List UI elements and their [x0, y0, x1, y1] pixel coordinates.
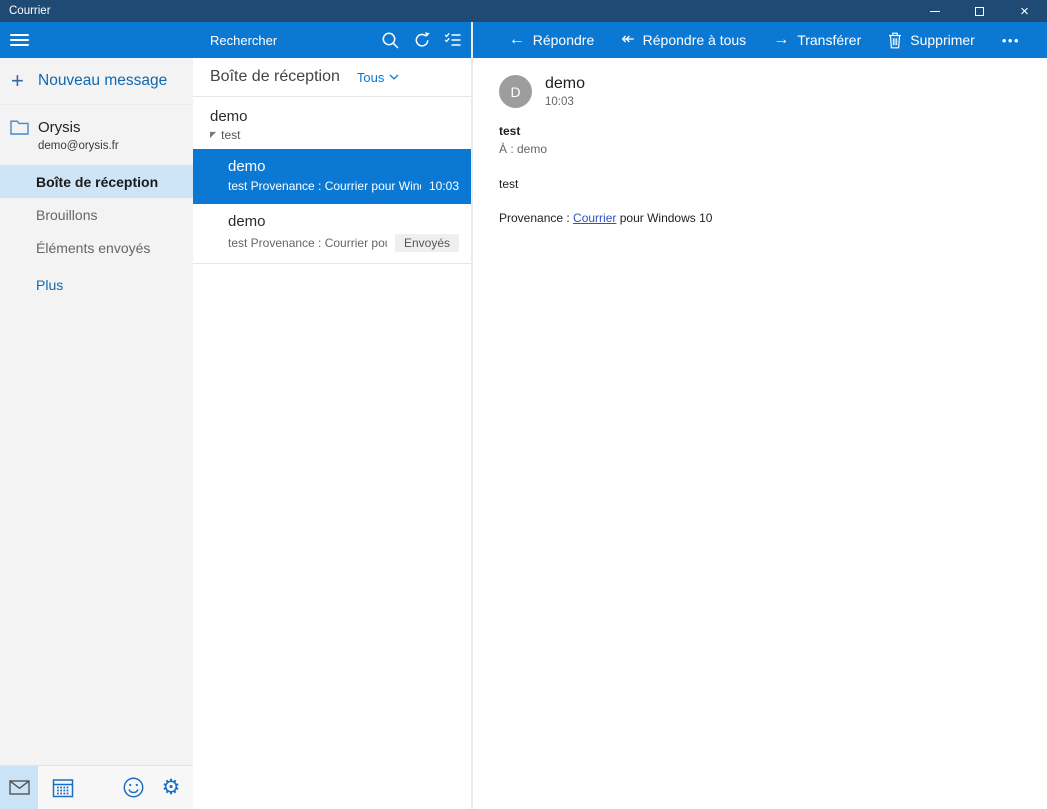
search-input[interactable]: Rechercher: [210, 33, 381, 48]
reply-label: Répondre: [533, 32, 595, 48]
close-button[interactable]: ×: [1002, 0, 1047, 22]
main-layout: + Nouveau message Orysis demo@orysis.fr …: [0, 22, 1047, 809]
message-preview: test Provenance : Courrier pour V: [228, 236, 387, 250]
reply-all-button[interactable]: ↞ Répondre à tous: [621, 32, 746, 48]
message-time: 10:03: [429, 179, 459, 193]
folder-icon: [10, 119, 29, 152]
calendar-icon: [52, 777, 74, 798]
account-email: demo@orysis.fr: [38, 140, 119, 152]
sidebar-item-inbox[interactable]: Boîte de réception: [0, 165, 193, 198]
group-subject: test: [221, 128, 240, 142]
window-title: Courrier: [0, 5, 912, 17]
delete-label: Supprimer: [910, 32, 975, 48]
minimize-button[interactable]: [912, 0, 957, 22]
reading-pane: ← Répondre ↞ Répondre à tous → Transfére…: [473, 22, 1047, 809]
calendar-view-button[interactable]: [43, 766, 83, 809]
sidebar-more-link[interactable]: Plus: [0, 277, 193, 293]
gear-icon: ⚙: [162, 777, 181, 798]
titlebar: Courrier ×: [0, 0, 1047, 22]
message-view: D demo 10:03 test À : demo test Provenan…: [473, 58, 1047, 225]
reply-all-label: Répondre à tous: [643, 32, 747, 48]
conversation-group-header[interactable]: demo ◤ test: [193, 97, 471, 149]
message-sender: demo: [228, 158, 459, 175]
sidebar-bottom-bar: ⚙: [0, 765, 193, 809]
subject-block: test À : demo: [499, 124, 1021, 156]
filter-dropdown[interactable]: Tous: [357, 70, 399, 85]
message-body-text: test: [499, 177, 1021, 191]
sidebar-item-sent[interactable]: Éléments envoyés: [0, 231, 193, 264]
message-recipients: À : demo: [499, 142, 1021, 156]
message-preview-row: test Provenance : Courrier pour Wind 10:…: [228, 179, 459, 193]
courrier-link[interactable]: Courrier: [573, 211, 616, 225]
message-preview-row: test Provenance : Courrier pour V Envoyé…: [228, 234, 459, 252]
folder-label: Brouillons: [36, 207, 97, 223]
message-sender-name: demo: [545, 75, 585, 93]
sidebar-accent-band: [0, 22, 193, 58]
search-icon[interactable]: [381, 31, 400, 50]
message-list-pane: Rechercher: [193, 22, 473, 809]
message-sender: demo: [228, 213, 459, 230]
account-item[interactable]: Orysis demo@orysis.fr: [0, 105, 193, 152]
mail-icon: [9, 780, 30, 795]
reply-button[interactable]: ← Répondre: [509, 32, 595, 48]
group-subject-row: ◤ test: [210, 128, 459, 142]
hamburger-icon: [10, 44, 29, 46]
folder-label: Éléments envoyés: [36, 240, 150, 256]
sidebar-item-drafts[interactable]: Brouillons: [0, 198, 193, 231]
provenance-suffix: pour Windows 10: [616, 211, 712, 225]
delete-button[interactable]: Supprimer: [888, 32, 975, 49]
provenance-prefix: Provenance :: [499, 211, 573, 225]
maximize-button[interactable]: [957, 0, 1002, 22]
message-toolbar: ← Répondre ↞ Répondre à tous → Transfére…: [473, 22, 1047, 58]
close-icon: ×: [1020, 4, 1029, 19]
message-subject: test: [499, 124, 1021, 138]
message-list-item-selected[interactable]: demo test Provenance : Courrier pour Win…: [193, 149, 471, 204]
message-header-text: demo 10:03: [545, 75, 585, 108]
message-signature-line: Provenance : Courrier pour Windows 10: [499, 211, 1021, 225]
folder-nav: Boîte de réception Brouillons Éléments e…: [0, 165, 193, 264]
settings-button[interactable]: ⚙: [151, 766, 191, 809]
feedback-button[interactable]: [115, 766, 151, 809]
list-title: Boîte de réception: [210, 68, 340, 86]
forward-icon: →: [773, 32, 789, 48]
multi-select-icon[interactable]: [444, 32, 462, 48]
avatar: D: [499, 75, 532, 108]
reply-all-icon: ↞: [621, 32, 634, 48]
smiley-icon: [122, 776, 145, 799]
message-received-time: 10:03: [545, 96, 585, 108]
forward-label: Transférer: [797, 32, 861, 48]
search-bar-icons: [381, 31, 462, 50]
more-actions-button[interactable]: •••: [1002, 33, 1020, 48]
hamburger-icon: [10, 39, 29, 41]
hamburger-icon: [10, 34, 29, 36]
trash-icon: [888, 32, 902, 49]
message-preview: test Provenance : Courrier pour Wind: [228, 179, 421, 193]
plus-icon: +: [11, 70, 38, 92]
new-message-label: Nouveau message: [38, 72, 167, 90]
folder-label: Boîte de réception: [36, 174, 158, 190]
search-bar[interactable]: Rechercher: [193, 22, 471, 58]
sync-icon[interactable]: [413, 31, 431, 49]
more-icon: •••: [1002, 33, 1020, 48]
mail-view-button[interactable]: [0, 766, 38, 809]
conversation-expanded-icon: ◤: [210, 131, 216, 139]
filter-label: Tous: [357, 70, 384, 85]
message-header: D demo 10:03: [499, 75, 1021, 108]
account-text: Orysis demo@orysis.fr: [38, 119, 119, 152]
account-name: Orysis: [38, 119, 119, 136]
maximize-icon: [975, 7, 984, 16]
mail-app-window: Courrier × + Nouveau message: [0, 0, 1047, 809]
forward-button[interactable]: → Transférer: [773, 32, 861, 48]
chevron-down-icon: [389, 74, 399, 80]
sent-folder-badge: Envoyés: [395, 234, 459, 252]
minimize-icon: [930, 11, 940, 12]
message-list-item[interactable]: demo test Provenance : Courrier pour V E…: [193, 204, 471, 264]
reply-icon: ←: [509, 32, 525, 48]
new-message-button[interactable]: + Nouveau message: [0, 58, 193, 105]
sidebar: + Nouveau message Orysis demo@orysis.fr …: [0, 22, 193, 809]
group-sender: demo: [210, 108, 459, 125]
list-header: Boîte de réception Tous: [193, 58, 471, 97]
hamburger-menu-button[interactable]: [10, 34, 29, 46]
